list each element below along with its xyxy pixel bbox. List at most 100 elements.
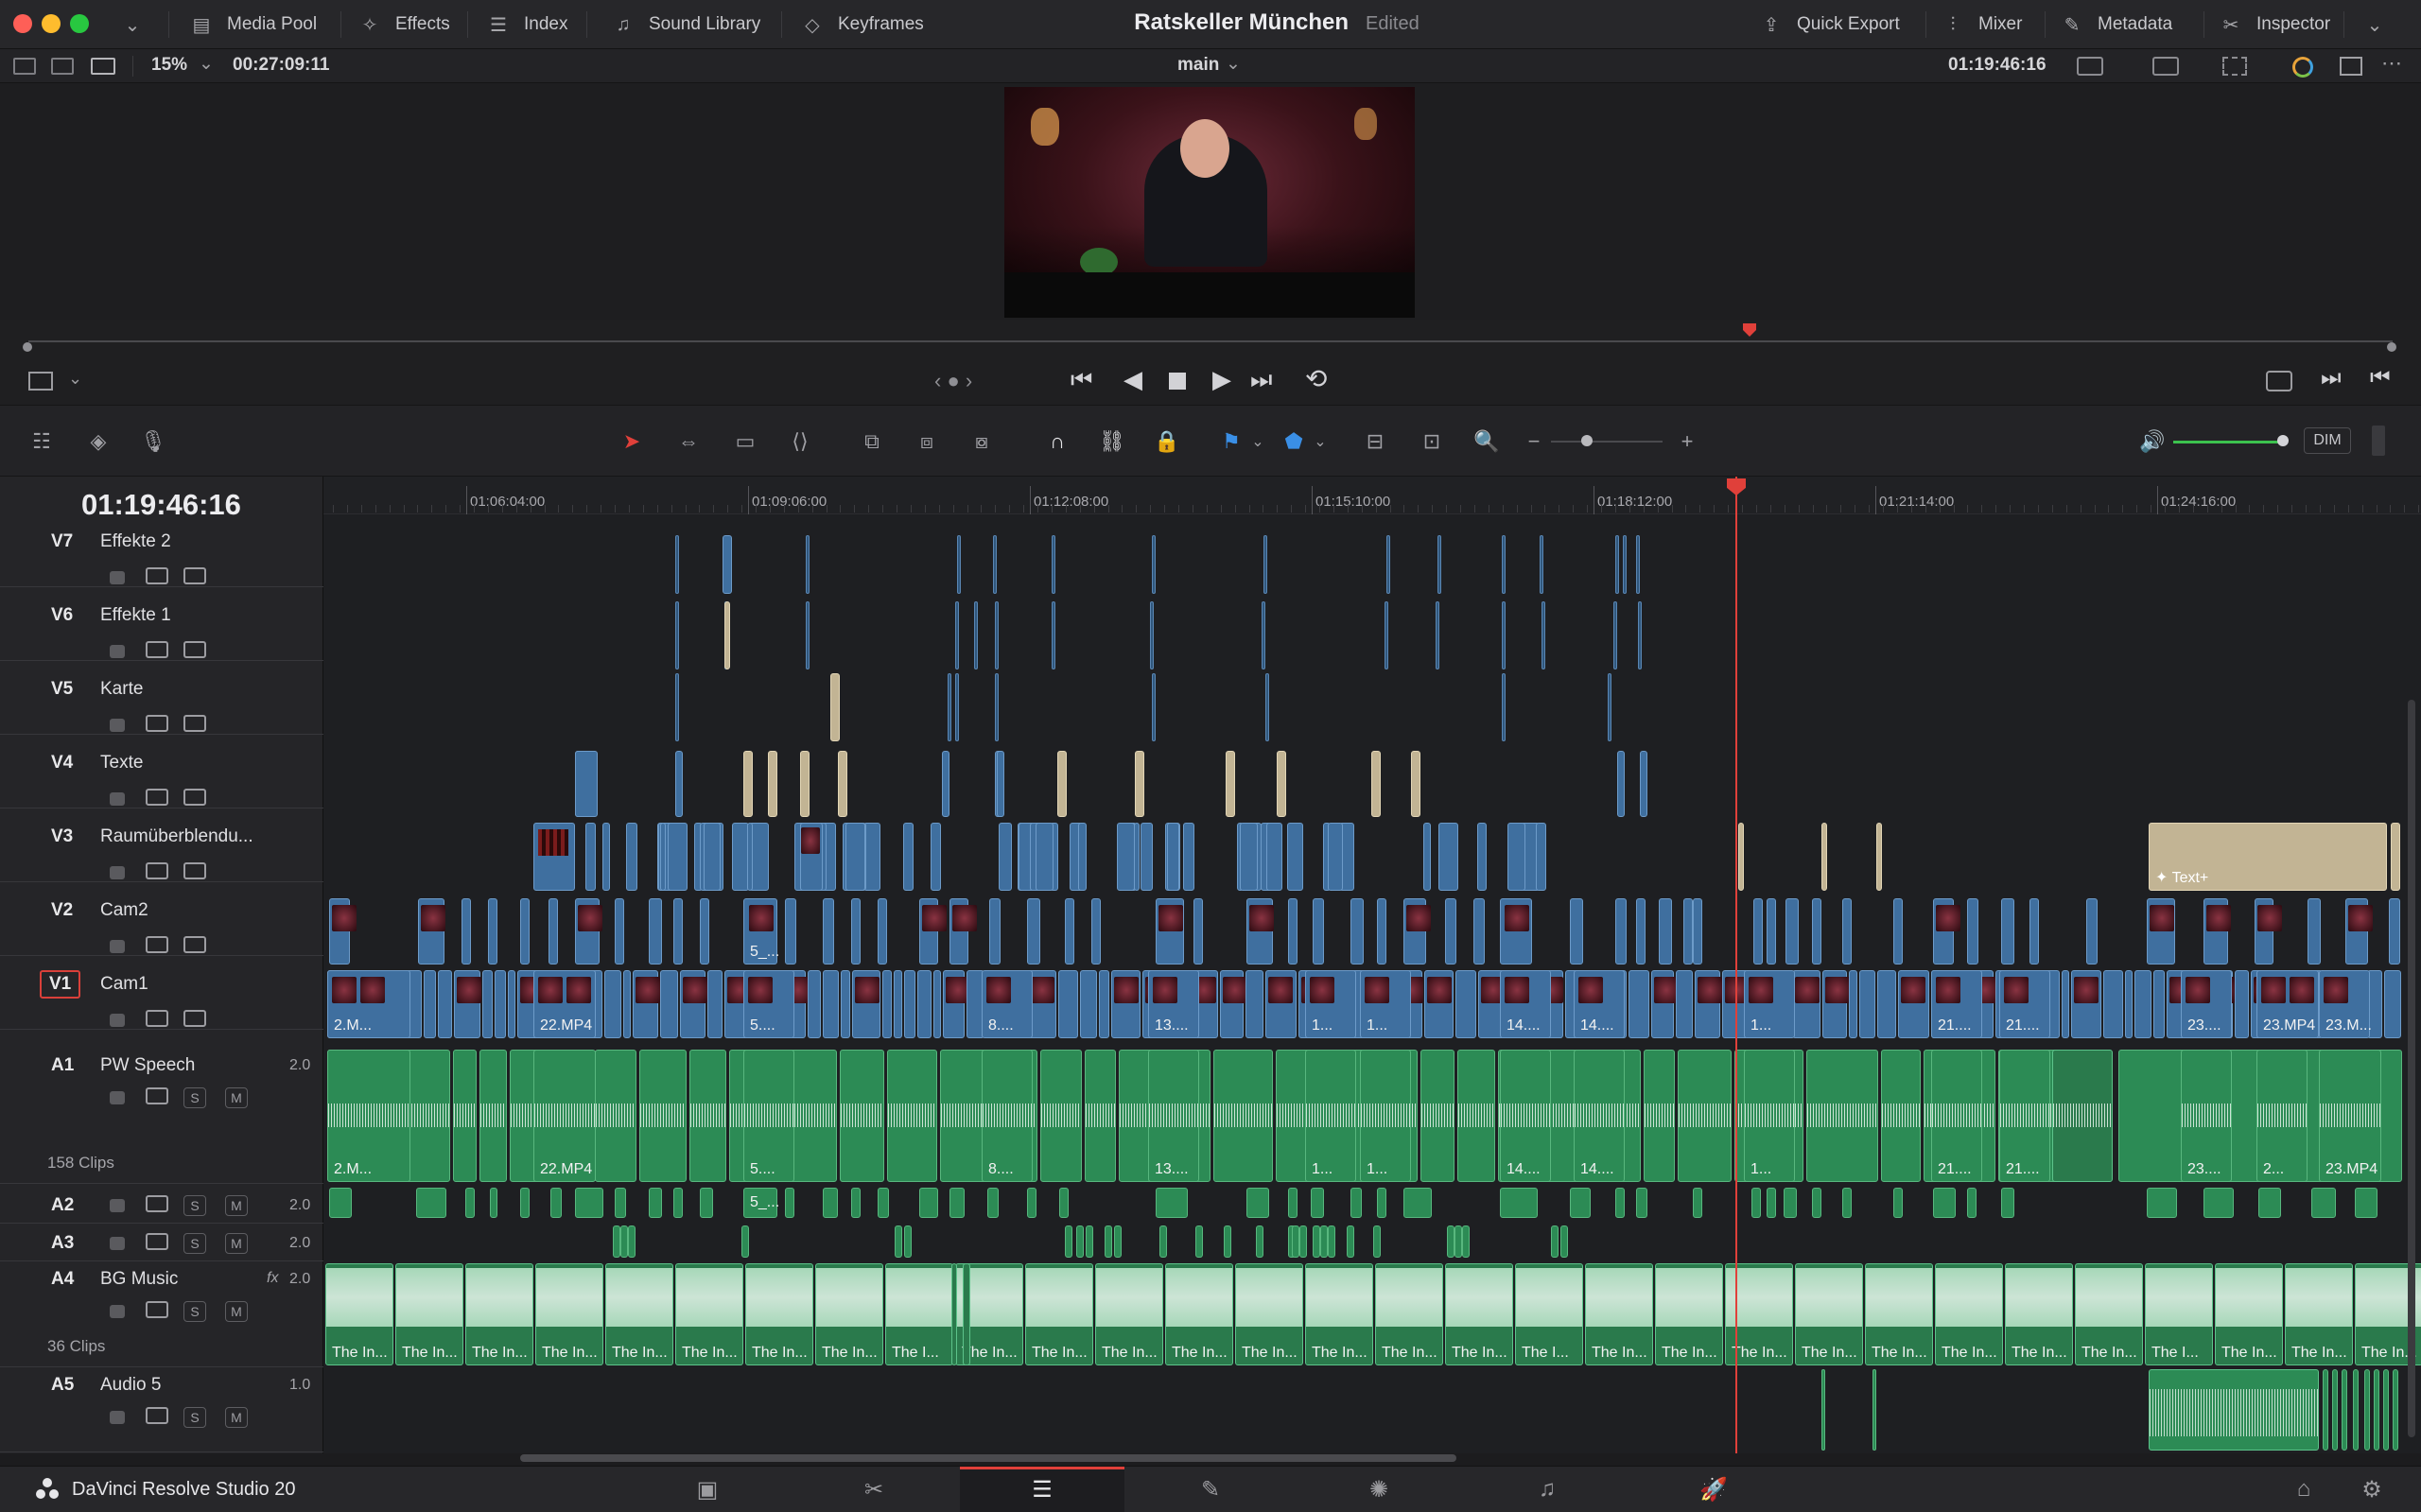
cam1-clip[interactable] (623, 970, 631, 1038)
trim-tool-icon[interactable]: ⇔ (671, 426, 705, 458)
a5-audio-clip[interactable] (1872, 1369, 1876, 1451)
scrub-playhead[interactable] (1743, 323, 1756, 337)
split-view-icon[interactable] (2340, 57, 2362, 76)
cam1-clip[interactable] (1822, 970, 1850, 1038)
speech-clip-labeled[interactable]: 2... (2256, 1050, 2308, 1182)
viewer-mode-icon[interactable] (2077, 57, 2103, 76)
cam1-clip-labeled[interactable]: 23.M... (2319, 970, 2372, 1038)
track-name-a1[interactable]: PW Speech (100, 1055, 195, 1076)
cam1-clip[interactable] (1424, 970, 1454, 1038)
transition-clip-v3[interactable] (1477, 823, 1487, 891)
transition-clip-v3[interactable] (1507, 823, 1525, 891)
transition-clip-v3[interactable] (1328, 823, 1343, 891)
cam1-clip[interactable] (604, 970, 621, 1038)
speech-audio-clip[interactable] (1881, 1050, 1921, 1182)
effect-clip-v7[interactable] (1052, 535, 1055, 594)
music-audio-clip[interactable]: The In... (2075, 1263, 2143, 1365)
cam1-clip-labeled[interactable]: 23.... (2181, 970, 2232, 1038)
music-audio-clip[interactable]: The In... (1795, 1263, 1863, 1365)
a2-audio-clip[interactable] (2147, 1188, 2177, 1218)
track-name-a5[interactable]: Audio 5 (100, 1375, 161, 1396)
track-lock-icon[interactable] (110, 1237, 125, 1250)
keyframes-button[interactable]: ◇ Keyframes (791, 9, 932, 41)
text-clip-v4[interactable] (768, 751, 777, 817)
track-name-v6[interactable]: Effekte 1 (100, 605, 171, 626)
cam1-clip[interactable] (808, 970, 821, 1038)
a3-audio-clip[interactable] (620, 1225, 628, 1258)
transition-clip-v3[interactable] (1078, 823, 1087, 891)
volume-slider[interactable] (2173, 441, 2285, 443)
more-options-icon[interactable]: ⋯ (2381, 51, 2402, 76)
zoom-in-icon[interactable]: + (1670, 426, 1704, 458)
cam2-clip[interactable] (949, 898, 977, 965)
speech-audio-clip[interactable] (2052, 1050, 2113, 1182)
effect-clip-v6[interactable] (1052, 601, 1055, 669)
zoom-slider-track[interactable] (1551, 441, 1663, 443)
cam1-clip[interactable] (2062, 970, 2069, 1038)
cam2-clip[interactable] (488, 898, 497, 965)
speech-audio-clip[interactable] (1644, 1050, 1675, 1182)
track-lock-icon[interactable] (110, 571, 125, 584)
cam2-clip[interactable] (1693, 898, 1702, 965)
music-audio-clip[interactable]: The In... (465, 1263, 533, 1365)
track-name-v7[interactable]: Effekte 2 (100, 531, 171, 552)
cam1-clip[interactable] (841, 970, 850, 1038)
track-lock-icon[interactable] (110, 645, 125, 658)
track-name-a4[interactable]: BG Music (100, 1269, 178, 1290)
music-audio-clip[interactable]: The In... (2285, 1263, 2353, 1365)
track-lock-icon[interactable] (110, 1411, 125, 1424)
effect-clip-v6[interactable] (1150, 601, 1154, 669)
cam1-clip[interactable] (495, 970, 506, 1038)
effect-clip-v7[interactable] (675, 535, 679, 594)
transition-clip-v3[interactable] (660, 823, 666, 891)
cam2-clip[interactable] (823, 898, 834, 965)
text-clip-v4[interactable] (743, 751, 753, 817)
project-settings-gear-icon[interactable]: ⚙ (2355, 1475, 2389, 1503)
speech-audio-clip[interactable] (453, 1050, 477, 1182)
text-clip-v4[interactable] (1277, 751, 1286, 817)
cam1-clip[interactable] (680, 970, 707, 1038)
cam1-clip[interactable] (660, 970, 678, 1038)
track-fx-indicator[interactable]: fx (267, 1270, 278, 1287)
cam1-clip[interactable] (1676, 970, 1693, 1038)
cam2-clip[interactable] (851, 898, 861, 965)
effect-clip-v6[interactable] (1502, 601, 1506, 669)
cam2-clip[interactable] (1156, 898, 1184, 965)
cam1-clip[interactable] (1245, 970, 1263, 1038)
effect-clip-v4[interactable] (1617, 751, 1625, 817)
speech-audio-clip[interactable] (1213, 1050, 1273, 1182)
disable-video-track-icon[interactable] (183, 936, 206, 953)
quick-export-button[interactable]: ⇪ Quick Export (1750, 9, 1907, 41)
track-name-v5[interactable]: Karte (100, 679, 143, 700)
auto-track-select-icon[interactable] (146, 1087, 168, 1104)
cam2-clip[interactable] (2147, 898, 2175, 965)
cam1-clip[interactable] (852, 970, 880, 1038)
cam2-clip[interactable] (1445, 898, 1456, 965)
speech-audio-clip[interactable] (1040, 1050, 1082, 1182)
track-lock-icon[interactable] (110, 792, 125, 806)
out-marker[interactable] (2387, 342, 2396, 352)
cam1-clip[interactable] (633, 970, 660, 1038)
cam1-clip[interactable] (707, 970, 723, 1038)
clip-view-icon[interactable] (28, 372, 53, 391)
marker-dropdown-icon[interactable]: ⌄ (1303, 426, 1337, 458)
effect-clip-v7[interactable] (1540, 535, 1543, 594)
track-lock-icon[interactable] (110, 1014, 125, 1027)
insert-clip-icon[interactable]: ⧉ (855, 426, 889, 458)
a5-audio-clip[interactable] (2353, 1369, 2359, 1451)
music-audio-clip[interactable]: The I... (1515, 1263, 1583, 1365)
project-manager-home-icon[interactable]: ⌂ (2287, 1475, 2321, 1503)
text-clip-v6[interactable] (724, 601, 730, 669)
voiceover-mic-icon[interactable]: 🎙 (136, 426, 170, 458)
mute-button[interactable]: M (225, 1407, 248, 1428)
media-pool-button[interactable]: ▤ Media Pool (180, 9, 324, 41)
inspector-button[interactable]: ✂ Inspector (2209, 9, 2338, 41)
a2-audio-clip[interactable] (2311, 1188, 2336, 1218)
speech-audio-clip[interactable] (1457, 1050, 1495, 1182)
a2-audio-clip[interactable] (416, 1188, 446, 1218)
speech-clip-labeled[interactable]: 21.... (1999, 1050, 2050, 1182)
cam2-clip[interactable] (1500, 898, 1532, 965)
text-clip-v3[interactable] (2391, 823, 2400, 891)
text-plus-clip[interactable]: ✦ Text+ (2149, 823, 2387, 891)
cam1-clip[interactable] (1265, 970, 1297, 1038)
